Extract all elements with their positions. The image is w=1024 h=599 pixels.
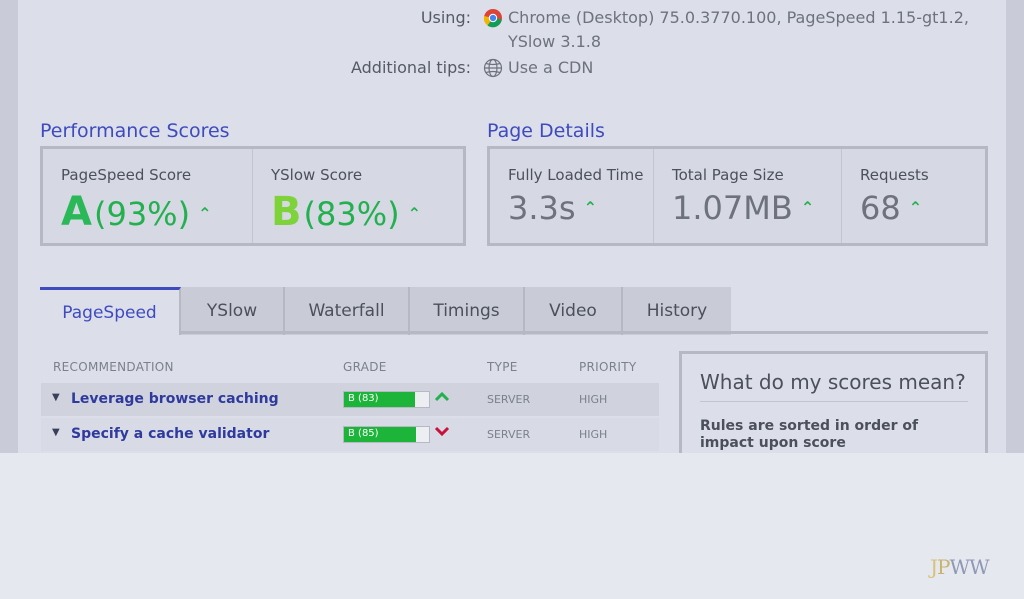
lower-blank-area xyxy=(0,453,1024,599)
trend-down-icon xyxy=(434,423,450,442)
tab-video[interactable]: Video xyxy=(525,287,623,335)
page-size-cell: Total Page Size 1.07MB ⌃ xyxy=(654,149,842,243)
expand-caret-icon[interactable]: ▼ xyxy=(52,392,60,403)
chrome-icon xyxy=(483,8,503,28)
recommendation-link[interactable]: Leverage browser caching xyxy=(71,391,279,407)
recommendation-link[interactable]: Specify a cache validator xyxy=(71,426,269,442)
using-label: Using: xyxy=(420,8,471,27)
fully-loaded-value-wrap: 3.3s ⌃ xyxy=(508,189,597,227)
yslow-grade: B xyxy=(271,189,302,235)
page-size-value: 1.07MB xyxy=(672,189,793,227)
tips-value[interactable]: Use a CDN xyxy=(508,58,593,77)
header-type: TYPE xyxy=(487,360,518,374)
pagespeed-score-cell: PageSpeed Score A (93%) ⌃ xyxy=(43,149,253,243)
yslow-percent: (83%) xyxy=(303,195,400,233)
fully-loaded-label: Fully Loaded Time xyxy=(508,166,644,184)
grade-bar: B (85) xyxy=(343,426,430,443)
requests-value: 68 xyxy=(860,189,901,227)
tab-underline xyxy=(181,331,988,334)
grade-bar-label: B (83) xyxy=(348,393,379,404)
scores-help-text: Rules are sorted in order of impact upon… xyxy=(700,418,919,451)
requests-cell: Requests 68 ⌃ xyxy=(842,149,985,243)
tips-label: Additional tips: xyxy=(350,58,471,77)
yslow-score-cell: YSlow Score B (83%) ⌃ xyxy=(253,149,463,243)
tab-waterfall[interactable]: Waterfall xyxy=(285,287,410,335)
scores-help-title: What do my scores mean? xyxy=(700,370,966,394)
requests-value-wrap: 68 ⌃ xyxy=(860,189,922,227)
using-value-line1: Chrome (Desktop) 75.0.3770.100, PageSpee… xyxy=(508,8,969,27)
globe-icon xyxy=(483,58,503,78)
header-priority: PRIORITY xyxy=(579,360,637,374)
tab-yslow[interactable]: YSlow xyxy=(181,287,285,335)
screenshot-frame: Using: Chrome (Desktop) 75.0.3770.100, P… xyxy=(0,0,1024,453)
up-arrow-icon: ⌃ xyxy=(800,198,815,217)
yslow-score-value: B (83%) ⌃ xyxy=(271,189,421,235)
watermark-logo: JPWW xyxy=(930,555,990,579)
page-details-box: Fully Loaded Time 3.3s ⌃ Total Page Size… xyxy=(487,146,988,246)
pagespeed-percent: (93%) xyxy=(93,195,191,233)
header-grade: GRADE xyxy=(343,360,387,374)
divider xyxy=(700,401,968,402)
fully-loaded-value: 3.3s xyxy=(508,189,576,227)
up-arrow-icon: ⌃ xyxy=(407,204,421,223)
scores-help-box: What do my scores mean? Rules are sorted… xyxy=(679,351,988,453)
type-cell: SERVER xyxy=(487,393,531,406)
grade-bar-label: B (85) xyxy=(348,428,379,439)
grade-bar: B (83) xyxy=(343,391,430,408)
tab-timings[interactable]: Timings xyxy=(410,287,525,335)
pagespeed-grade: A xyxy=(61,189,92,235)
table-row[interactable]: ▼ Specify a cache validator B (85) SERVE… xyxy=(41,418,659,451)
requests-label: Requests xyxy=(860,166,929,184)
using-row: Using: Chrome (Desktop) 75.0.3770.100, P… xyxy=(0,8,1024,56)
expand-caret-icon[interactable]: ▼ xyxy=(52,427,60,438)
up-arrow-icon: ⌃ xyxy=(908,198,923,217)
performance-scores-box: PageSpeed Score A (93%) ⌃ YSlow Score B … xyxy=(40,146,466,246)
tips-row: Additional tips: Use a CDN xyxy=(0,58,1024,80)
table-row[interactable]: ▼ Leverage browser caching B (83) SERVER… xyxy=(41,383,659,416)
trend-up-icon xyxy=(434,388,450,407)
pagespeed-score-value: A (93%) ⌃ xyxy=(61,189,211,235)
performance-scores-title: Performance Scores xyxy=(40,120,230,142)
pagespeed-score-label: PageSpeed Score xyxy=(61,166,192,184)
header-recommendation: RECOMMENDATION xyxy=(53,360,174,374)
fully-loaded-cell: Fully Loaded Time 3.3s ⌃ xyxy=(490,149,654,243)
priority-cell: HIGH xyxy=(579,428,608,441)
up-arrow-icon: ⌃ xyxy=(583,198,597,217)
tab-pagespeed[interactable]: PageSpeed xyxy=(40,287,181,335)
up-arrow-icon: ⌃ xyxy=(198,204,212,223)
yslow-score-label: YSlow Score xyxy=(271,166,363,184)
page-size-value-wrap: 1.07MB ⌃ xyxy=(672,189,814,227)
page-details-title: Page Details xyxy=(487,120,605,142)
priority-cell: HIGH xyxy=(579,393,608,406)
report-tabs: PageSpeed YSlow Waterfall Timings Video … xyxy=(40,287,731,335)
using-value-line2: YSlow 3.1.8 xyxy=(508,32,602,51)
page-size-label: Total Page Size xyxy=(672,166,784,184)
tab-history[interactable]: History xyxy=(623,287,731,335)
type-cell: SERVER xyxy=(487,428,531,441)
